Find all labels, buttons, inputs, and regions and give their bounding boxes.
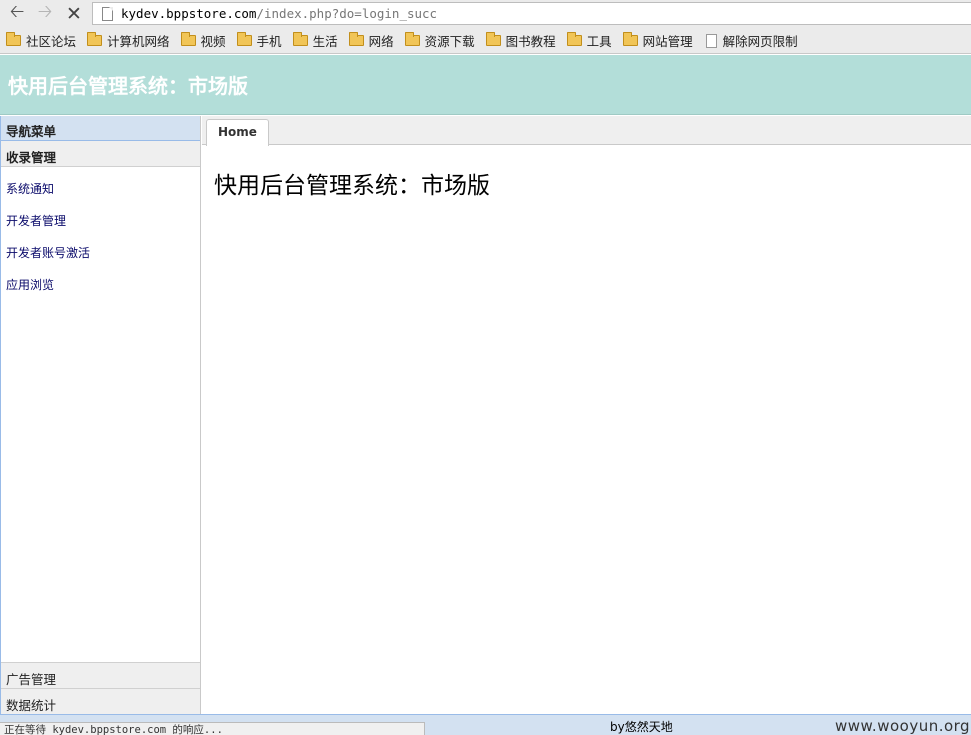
bookmark-label: 资源下载 [424, 34, 475, 49]
bookmark-label: 计算机网络 [107, 34, 170, 49]
folder-icon [404, 32, 420, 46]
sidebar-section-stats[interactable]: 数据统计 [1, 688, 200, 714]
folder-icon [566, 32, 582, 46]
forward-arrow-icon[interactable]: 🡢 [33, 1, 57, 26]
app-title: 快用后台管理系统：市场版 [8, 74, 248, 98]
browser-toolbar: 🡠 🡢 ✕ kydev.bppstore.com/index.php?do=lo… [0, 0, 971, 28]
page-icon [102, 6, 113, 21]
folder-icon [236, 32, 252, 46]
sidebar-item-developer-activation[interactable]: 开发者账号激活 [1, 237, 200, 269]
tab-home[interactable]: Home [206, 119, 269, 146]
url-host: kydev.bppstore.com [121, 6, 257, 21]
folder-icon [348, 32, 364, 46]
bookmark-label: 视频 [200, 34, 226, 49]
bookmark-folder[interactable]: 计算机网络 [87, 31, 170, 50]
bookmark-folder[interactable]: 网络 [348, 31, 394, 50]
bookmark-folder[interactable]: 网站管理 [622, 31, 693, 50]
bookmark-label: 社区论坛 [26, 34, 77, 49]
bookmark-label: 图书教程 [505, 34, 556, 49]
sidebar-item-app-browse[interactable]: 应用浏览 [1, 269, 200, 301]
watermark: www.wooyun.org [835, 717, 971, 735]
bookmark-folder[interactable]: 视频 [180, 31, 226, 50]
loading-status: 正在等待 kydev.bppstore.com 的响应... [0, 722, 425, 735]
folder-icon [292, 32, 308, 46]
document-icon [705, 33, 717, 48]
bookmark-folder[interactable]: 生活 [292, 31, 338, 50]
bookmarks-bar: 社区论坛 计算机网络 视频 手机 生活 网络 资源下载 图书教程 工具 网站管理… [0, 28, 971, 54]
address-bar[interactable]: kydev.bppstore.com/index.php?do=login_su… [92, 2, 971, 25]
footer-credit: by悠然天地 [610, 720, 673, 734]
bookmark-folder[interactable]: 社区论坛 [6, 31, 76, 50]
sidebar: 导航菜单 收录管理 系统通知 开发者管理 开发者账号激活 应用浏览 广告管理 数… [0, 116, 201, 714]
bookmark-folder[interactable]: 手机 [236, 31, 282, 50]
sidebar-section-collection[interactable]: 收录管理 [1, 141, 200, 167]
folder-icon [87, 32, 103, 46]
sidebar-section-ads[interactable]: 广告管理 [1, 662, 200, 688]
folder-icon [6, 32, 21, 46]
url-text[interactable]: kydev.bppstore.com/index.php?do=login_su… [121, 6, 437, 21]
bookmark-label: 网站管理 [642, 34, 693, 49]
sidebar-header: 导航菜单 [1, 116, 200, 141]
stop-loading-icon[interactable]: ✕ [62, 2, 86, 26]
folder-icon [485, 32, 501, 46]
status-bar: 正在等待 kydev.bppstore.com 的响应... by悠然天地 ww… [0, 714, 971, 735]
folder-icon [180, 32, 196, 46]
bookmark-label: 网络 [368, 34, 394, 49]
folder-icon [622, 32, 638, 46]
tab-strip: Home [202, 116, 971, 146]
bookmark-page[interactable]: 解除网页限制 [704, 31, 798, 50]
main-panel: Home 快用后台管理系统：市场版 [202, 116, 971, 714]
url-path: /index.php?do=login_succ [256, 6, 438, 21]
app-header: 快用后台管理系统：市场版 [0, 55, 971, 115]
back-arrow-icon[interactable]: 🡠 [5, 1, 29, 26]
bookmark-folder[interactable]: 图书教程 [485, 31, 556, 50]
bookmark-label: 生活 [312, 34, 338, 49]
bookmark-label: 工具 [586, 34, 612, 49]
sidebar-menu: 系统通知 开发者管理 开发者账号激活 应用浏览 [1, 167, 200, 301]
sidebar-item-developer-management[interactable]: 开发者管理 [1, 205, 200, 237]
bookmark-label: 解除网页限制 [722, 34, 798, 49]
bookmark-folder[interactable]: 资源下载 [404, 31, 475, 50]
page-title: 快用后台管理系统：市场版 [214, 173, 490, 199]
bookmark-label: 手机 [256, 34, 282, 49]
bookmark-folder[interactable]: 工具 [566, 31, 612, 50]
sidebar-item-system-notice[interactable]: 系统通知 [1, 173, 200, 205]
